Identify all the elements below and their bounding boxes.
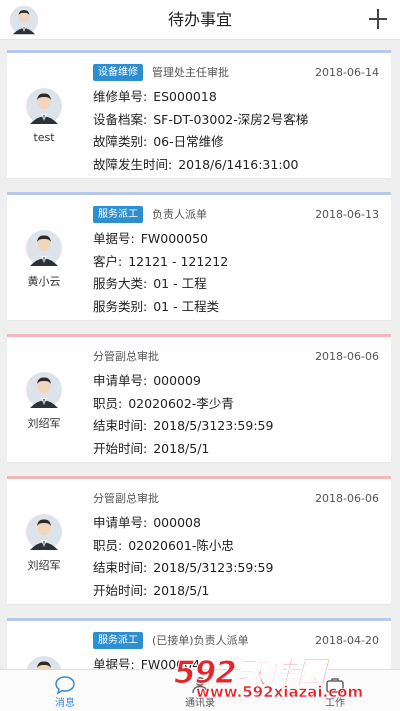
field-row: 故障类别: 06-日常维修 (93, 131, 385, 154)
tab-label: 消息 (55, 698, 75, 709)
field-label: 职员: (93, 537, 123, 553)
avatar-icon (26, 88, 62, 124)
card-date: 2018-06-13 (315, 208, 379, 221)
field-row: 开始时间: 2018/5/1 (93, 580, 385, 603)
field-value: SF-DT-03002-深房2号客梯 (153, 111, 309, 127)
field-label: 客户: (93, 253, 123, 269)
card-fields: 单据号: FW000050 客户: 12121 - 121212 服务大类: 01 -… (93, 228, 385, 318)
field-row: 申请单号: 000009 (93, 370, 385, 393)
applicant: 刘绍军 (7, 479, 81, 604)
field-row: 设备档案: SF-DT-03002-深房2号客梯 (93, 109, 385, 132)
field-value: 000008 (153, 515, 201, 530)
field-row: 维修单号: ES000018 (93, 86, 385, 109)
todo-card[interactable]: 刘绍军 分管副总审批 2018-06-06 申请单号: 000009 职员: 020… (7, 334, 391, 462)
approval-step: 管理处主任审批 (152, 66, 229, 79)
field-value: ES000018 (153, 89, 217, 104)
applicant (7, 621, 81, 674)
field-row: 服务类别: 01 - 工程类 (93, 296, 385, 319)
avatar-icon (26, 372, 62, 408)
top-bar: 待办事宜 (0, 0, 400, 40)
field-label: 结束时间: (93, 418, 148, 433)
field-label: 开始时间: (93, 582, 148, 598)
approval-step: 负责人派单 (152, 208, 207, 221)
applicant-name: 刘绍军 (27, 559, 61, 572)
field-value: 2018/5/1 (153, 582, 210, 598)
field-row: 职员: 02020601-陈小忠 (93, 535, 385, 558)
field-row: 开始时间: 2018/5/1 (93, 438, 385, 461)
field-row: 结束时间: 2018/5/3123:59:59 (93, 415, 385, 438)
field-row: 客户: 12121 - 121212 (93, 251, 385, 274)
field-value: 06-日常维修 (153, 134, 224, 149)
field-value: 2018/5/3123:59:59 (153, 560, 274, 575)
field-value: 01 - 工程 (153, 276, 207, 291)
todo-card[interactable]: test 设备维修 管理处主任审批 2018-06-14 维修单号: ES0000… (7, 50, 391, 178)
todo-card[interactable]: 黄小云 服务派工 负责人派单 2018-06-13 单据号: FW000050 客… (7, 192, 391, 320)
watermark-url: www.592xiazai.com (196, 683, 364, 702)
card-fields: 维修单号: ES000018 设备档案: SF-DT-03002-深房2号客梯 故障… (93, 86, 385, 176)
field-label: 故障类别: (93, 134, 148, 149)
field-row: 结束时间: 2018/5/3123:59:59 (93, 557, 385, 580)
field-label: 申请单号: (93, 373, 148, 388)
type-badge: 服务派工 (93, 206, 143, 223)
todo-list: test 设备维修 管理处主任审批 2018-06-14 维修单号: ES0000… (7, 50, 391, 688)
field-label: 故障发生时间: (93, 156, 173, 172)
approval-step: 分管副总审批 (93, 350, 159, 363)
applicant: 刘绍军 (7, 337, 81, 462)
field-value: 2018/6/1416:31:00 (178, 156, 299, 172)
avatar-icon (26, 230, 62, 266)
field-value: 02020602-李少青 (128, 395, 234, 411)
field-label: 维修单号: (93, 89, 148, 104)
card-fields: 申请单号: 000008 职员: 02020601-陈小忠 结束时间: 2018/5/… (93, 512, 385, 602)
applicant-name: test (33, 131, 55, 144)
field-label: 职员: (93, 395, 123, 411)
type-badge: 服务派工 (93, 632, 143, 649)
card-fields: 申请单号: 000009 职员: 02020602-李少青 结束时间: 2018/5/… (93, 370, 385, 460)
field-label: 单据号: (93, 231, 135, 246)
field-value: 000009 (153, 373, 201, 388)
field-row: 申请单号: 000008 (93, 512, 385, 535)
field-value: FW000050 (140, 231, 208, 246)
applicant-name: 黄小云 (27, 275, 61, 288)
field-row: 服务大类: 01 - 工程 (93, 273, 385, 296)
watermark: 592软件园 www.592xiazai.com (174, 647, 394, 703)
approval-step: 分管副总审批 (93, 492, 159, 505)
todo-card[interactable]: 刘绍军 分管副总审批 2018-06-06 申请单号: 000008 职员: 020… (7, 476, 391, 604)
field-row: 故障发生时间: 2018/6/1416:31:00 (93, 154, 385, 177)
add-icon[interactable] (368, 4, 388, 34)
field-value: 02020601-陈小忠 (128, 537, 234, 553)
applicant: 黄小云 (7, 195, 81, 320)
field-value: 2018/5/3123:59:59 (153, 418, 274, 433)
field-label: 服务类别: (93, 298, 148, 314)
applicant: test (7, 53, 81, 178)
field-label: 设备档案: (93, 111, 148, 127)
field-label: 申请单号: (93, 515, 148, 530)
applicant-name: 刘绍军 (27, 417, 61, 430)
tab-messages[interactable]: 消息 (20, 670, 110, 711)
field-row: 职员: 02020602-李少青 (93, 393, 385, 416)
card-date: 2018-06-06 (315, 492, 379, 505)
field-row: 单据号: FW000050 (93, 228, 385, 251)
card-date: 2018-06-06 (315, 350, 379, 363)
field-label: 结束时间: (93, 560, 148, 575)
type-badge: 设备维修 (93, 64, 143, 81)
page-title: 待办事宜 (167, 10, 232, 29)
avatar-icon (26, 514, 62, 550)
chat-bubble-icon (55, 676, 75, 695)
field-label: 开始时间: (93, 440, 148, 456)
card-date: 2018-06-14 (315, 66, 379, 79)
field-label: 服务大类: (93, 276, 148, 291)
field-value: 12121 - 121212 (128, 253, 229, 269)
field-value: 2018/5/1 (153, 440, 210, 456)
field-value: 01 - 工程类 (153, 298, 220, 314)
